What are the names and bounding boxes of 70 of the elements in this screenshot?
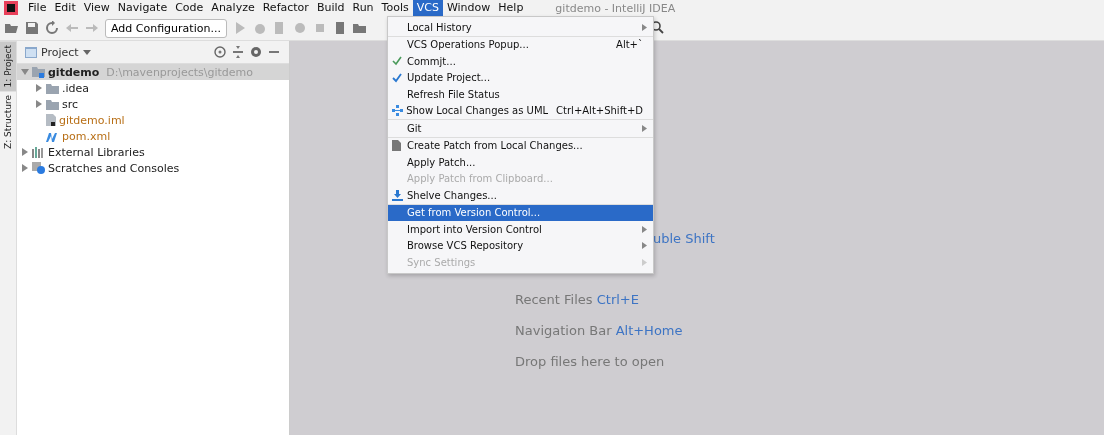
open-folder-icon[interactable]: [5, 21, 19, 35]
menu-entry[interactable]: Show Local Changes as UML Ctrl+Alt+Shift+D: [388, 102, 653, 119]
editor-hint: Drop files here to open: [515, 354, 666, 371]
menu-item[interactable]: Code: [171, 0, 208, 16]
file-icon: [392, 140, 401, 152]
scratches-icon: [32, 162, 45, 174]
tree-label: src: [62, 97, 79, 111]
menu-entry[interactable]: VCS Operations Popup... Alt+`: [388, 36, 653, 53]
folder-icon: [46, 98, 59, 110]
diagram-icon: [392, 105, 403, 117]
menu-item[interactable]: View: [79, 0, 114, 16]
menu-item[interactable]: Build: [312, 0, 349, 16]
tree-label: Scratches and Consoles: [48, 161, 180, 175]
tree-label: External Libraries: [48, 145, 145, 159]
tree-item[interactable]: gitdemo D:\mavenprojects\gitdemo: [17, 64, 289, 80]
save-icon[interactable]: [25, 21, 39, 35]
menu-entry[interactable]: Create Patch from Local Changes...: [388, 137, 653, 154]
menu-item[interactable]: File: [24, 0, 51, 16]
window-title: gitdemo - IntelliJ IDEA: [555, 1, 676, 15]
libraries-icon: [32, 146, 45, 158]
tree-item[interactable]: Scratches and Consoles: [17, 160, 289, 176]
maven-icon: [46, 130, 59, 142]
tree-item[interactable]: .idea: [17, 80, 289, 96]
folder-icon: [46, 82, 59, 94]
file-icon: [46, 114, 56, 126]
menu-item[interactable]: Navigate: [113, 0, 172, 16]
side-tab[interactable]: 1: Project: [0, 41, 16, 92]
target-icon[interactable]: [213, 45, 227, 59]
refresh-icon[interactable]: [45, 21, 59, 35]
menu-item[interactable]: Run: [348, 0, 378, 16]
menu-entry[interactable]: Browse VCS Repository: [388, 237, 653, 254]
tree-label: gitdemo: [48, 65, 100, 79]
menu-entry[interactable]: Local History: [388, 19, 653, 36]
menu-entry[interactable]: Commjt...: [388, 53, 653, 70]
menu-item[interactable]: Tools: [377, 0, 413, 16]
panel-icon: [25, 46, 37, 58]
tree-item[interactable]: gitdemo.iml: [17, 112, 289, 128]
menu-item[interactable]: Analyze: [207, 0, 259, 16]
menu-entry[interactable]: Git: [388, 120, 653, 137]
tree-item[interactable]: External Libraries: [17, 144, 289, 160]
app-logo-icon: [4, 1, 18, 15]
editor-hint: Recent Files Ctrl+E: [515, 292, 640, 309]
menu-entry[interactable]: Update Project...: [388, 69, 653, 86]
side-tab[interactable]: Z: Structure: [0, 91, 16, 154]
menu-item[interactable]: Edit: [50, 0, 80, 16]
menu-entry[interactable]: Shelve Changes...: [388, 187, 653, 204]
menu-item[interactable]: VCS: [412, 0, 443, 16]
tree-label: pom.xml: [62, 129, 111, 143]
module-folder-icon: [32, 66, 45, 78]
check-icon: [392, 72, 402, 83]
dropdown-icon[interactable]: [82, 49, 91, 55]
editor-hint: uble Shift: [653, 231, 715, 248]
menu-item[interactable]: Window: [442, 0, 495, 16]
panel-title[interactable]: Project: [41, 45, 79, 59]
run-configuration-dropdown[interactable]: Add Configuration...: [105, 18, 227, 38]
download-icon: [392, 189, 403, 201]
tree-label: gitdemo.iml: [59, 113, 125, 127]
tree-item[interactable]: pom.xml: [17, 128, 289, 144]
menu-entry[interactable]: Import into Version Control: [388, 221, 653, 238]
path-text: D:\mavenprojects\gitdemo: [106, 65, 253, 79]
menu-entry[interactable]: Refresh File Status: [388, 86, 653, 103]
tree-label: .idea: [62, 81, 90, 95]
menu-entry[interactable]: Apply Patch...: [388, 154, 653, 171]
menu-item[interactable]: Help: [494, 0, 528, 16]
editor-hint: Navigation Bar Alt+Home: [515, 323, 684, 340]
collapse-icon[interactable]: [231, 45, 245, 59]
tree-item[interactable]: src: [17, 96, 289, 112]
menu-item[interactable]: Refactor: [258, 0, 313, 16]
folder-icon[interactable]: [352, 21, 367, 35]
check-icon: [392, 56, 402, 67]
